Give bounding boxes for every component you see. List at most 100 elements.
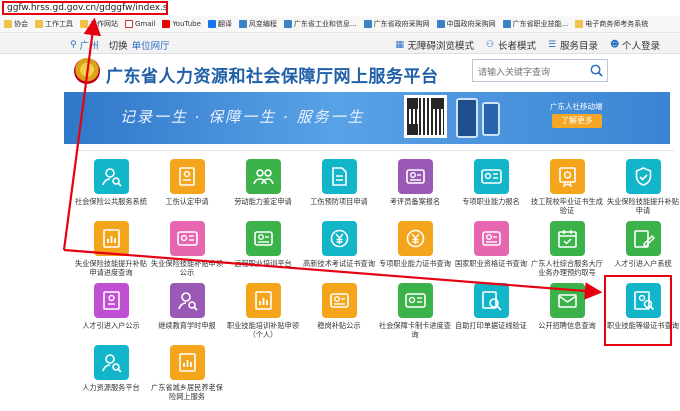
bookmark-item[interactable]: YouTube — [162, 20, 201, 28]
highlight-box — [604, 275, 672, 346]
url-input[interactable]: ggfw.hrss.gd.gov.cn/gdggfw/index.shtml — [2, 1, 168, 15]
service-tile[interactable]: 专项职业能力报名 — [451, 159, 531, 206]
shield-icon — [625, 159, 661, 194]
user-icon: ☻ — [609, 39, 620, 50]
switch-link[interactable]: 切换 — [109, 38, 128, 52]
learn-more-button[interactable]: 了解更多 — [552, 114, 602, 128]
youtube-icon — [162, 20, 171, 28]
globe-icon — [502, 20, 511, 28]
bookmark-item[interactable]: 翻译 — [207, 19, 232, 29]
service-tile[interactable]: 继续教育学时申报 — [147, 283, 227, 330]
service-label: 人才引进入户系统 — [614, 259, 672, 268]
id-card-icon — [473, 159, 509, 194]
notice-icon — [93, 283, 129, 318]
elder-icon: ⚇ — [485, 39, 495, 50]
bookmark-item[interactable]: 工作网站 — [80, 19, 118, 29]
national-emblem-icon — [74, 58, 100, 84]
bookmark-item[interactable]: 电子商务师考务系统 — [575, 19, 648, 29]
site-title[interactable]: 广东省人力资源和社会保障厅网上服务平台 — [106, 62, 439, 87]
qr-code-icon — [404, 95, 447, 138]
service-tile[interactable]: 广东人社综合服务大厅业务办理预约取号 — [527, 221, 607, 277]
service-tile[interactable]: 国家职业资格证书查询 — [451, 221, 531, 268]
calendar-icon — [549, 221, 585, 256]
bookmark-item[interactable]: 协会 — [4, 19, 28, 29]
bookmark-label: 电子商务师考务系统 — [585, 20, 649, 28]
city-label[interactable]: 广州 — [80, 38, 99, 52]
service-label: 继续教育学时申报 — [158, 321, 216, 330]
service-directory-link[interactable]: ☰ 服务目录 — [548, 38, 598, 52]
service-label: 社会保障卡制卡进度查询 — [379, 321, 451, 339]
phone-icon-secondary — [482, 102, 500, 136]
bookmark-label: 工作工具 — [45, 20, 73, 28]
report-icon — [93, 221, 129, 256]
folder-icon — [35, 20, 43, 28]
service-label: 劳动能力鉴定申请 — [234, 197, 292, 206]
list-icon: ☰ — [547, 39, 557, 50]
service-tile[interactable]: 劳动能力鉴定申请 — [223, 159, 303, 206]
service-tile[interactable]: 失业保险技能提升补贴申请进度查询 — [71, 221, 151, 277]
personal-login-link[interactable]: ☻ 个人登录 — [610, 38, 660, 52]
bookmark-item[interactable]: 广东省工业和信息... — [283, 19, 357, 29]
service-label: 人力资源服务平台 — [82, 383, 140, 392]
service-label: 广东人社综合服务大厅业务办理预约取号 — [531, 259, 603, 277]
globe-icon — [363, 20, 372, 28]
service-tile[interactable]: 人才引进入户公示 — [71, 283, 151, 330]
banner-caption: 广东人社移动端 — [550, 102, 603, 111]
service-tile[interactable]: 社会保障卡制卡进度查询 — [375, 283, 455, 339]
bookmark-item[interactable]: 中国政府采购网 — [436, 19, 496, 29]
bookmark-label: 风变编程 — [248, 20, 277, 28]
elder-mode-link[interactable]: ⚇ 长者模式 — [486, 38, 536, 52]
edit-icon — [625, 221, 661, 256]
address-bar-row: ggfw.hrss.gd.gov.cn/gdggfw/index.shtml — [0, 0, 680, 16]
service-label: 失业保险技能提升补贴申请 — [607, 197, 679, 215]
bookmark-item[interactable]: 广东省职业技能... — [502, 19, 569, 29]
service-label: 公开招聘信息查询 — [538, 321, 596, 330]
service-tile[interactable]: 考评员备案报名 — [375, 159, 455, 206]
globe-icon — [238, 20, 247, 28]
unit-hall-link[interactable]: 单位网厅 — [132, 38, 170, 52]
bookmark-label: Gmail — [135, 20, 156, 28]
bookmark-label: 广东省职业技能... — [512, 20, 569, 28]
bookmark-label: 广东省政府采购网 — [373, 20, 430, 28]
accessibility-mode-link[interactable]: ▦ 无障碍浏览模式 — [395, 38, 474, 52]
person-card-icon — [473, 221, 509, 256]
service-tile[interactable]: 人才引进入户系统 — [603, 221, 680, 268]
service-tile[interactable]: 职业技能培训补贴申领（个人） — [223, 283, 303, 339]
person-search-icon — [93, 345, 129, 380]
service-tile[interactable]: 人力资源服务平台 — [71, 345, 151, 392]
report-icon — [169, 345, 205, 380]
service-tile[interactable]: 远程职业培训平台 — [223, 221, 303, 268]
accessibility-icon: ▦ — [395, 39, 404, 50]
service-label: 广东省城乡居民养老保险网上服务 — [151, 383, 223, 401]
service-tile[interactable]: 专项职业能力证书查询 — [375, 221, 455, 268]
id-card-icon — [169, 221, 205, 256]
service-tile[interactable]: 技工院校毕业证书生成验证 — [527, 159, 607, 215]
service-label: 高新技术考试证书查询 — [303, 259, 375, 268]
service-tile[interactable]: 工伤认定申请 — [147, 159, 227, 206]
service-label: 工伤预防项目申请 — [310, 197, 368, 206]
service-tile[interactable]: 高新技术考试证书查询 — [299, 221, 379, 268]
search-icon[interactable] — [589, 63, 604, 78]
banner-slogan: 记录一生 · 保障一生 · 服务一生 — [120, 108, 365, 126]
service-tile[interactable]: 稳岗补贴公示 — [299, 283, 379, 330]
service-tile[interactable]: 公开招聘信息查询 — [527, 283, 607, 330]
bookmark-item[interactable]: 广东省政府采购网 — [363, 19, 430, 29]
bookmark-item[interactable]: 工作工具 — [35, 19, 73, 29]
service-label: 专项职业能力报名 — [462, 197, 520, 206]
service-tile[interactable]: 失业保险技能提升补贴申请 — [603, 159, 680, 215]
service-tile[interactable]: 失业保险技能补贴申领公示 — [147, 221, 227, 277]
promo-banner[interactable]: 记录一生 · 保障一生 · 服务一生 广东人社移动端 了解更多 — [64, 92, 670, 144]
service-tile[interactable]: 广东省城乡居民养老保险网上服务 — [147, 345, 227, 401]
search-input[interactable] — [473, 62, 585, 84]
search-box — [472, 59, 608, 84]
bookmark-item[interactable]: Gmail — [125, 20, 155, 28]
service-label: 国家职业资格证书查询 — [455, 259, 527, 268]
service-tile[interactable]: 自助打印单据证线验证 — [451, 283, 531, 330]
service-tile[interactable]: 工伤预防项目申请 — [299, 159, 379, 206]
bookmarks-bar: 协会 工作工具 工作网站 Gmail YouTube 翻译 风变编程 广东省工业和信息... 广… — [0, 16, 680, 33]
site-header: 广东省人力资源和社会保障厅网上服务平台 — [0, 55, 680, 92]
phone-icon — [456, 98, 478, 138]
bookmark-item[interactable]: 风变编程 — [238, 19, 277, 29]
service-tile[interactable]: 社会保险公共服务系统 — [71, 159, 151, 206]
service-label: 失业保险技能补贴申领公示 — [151, 259, 223, 277]
